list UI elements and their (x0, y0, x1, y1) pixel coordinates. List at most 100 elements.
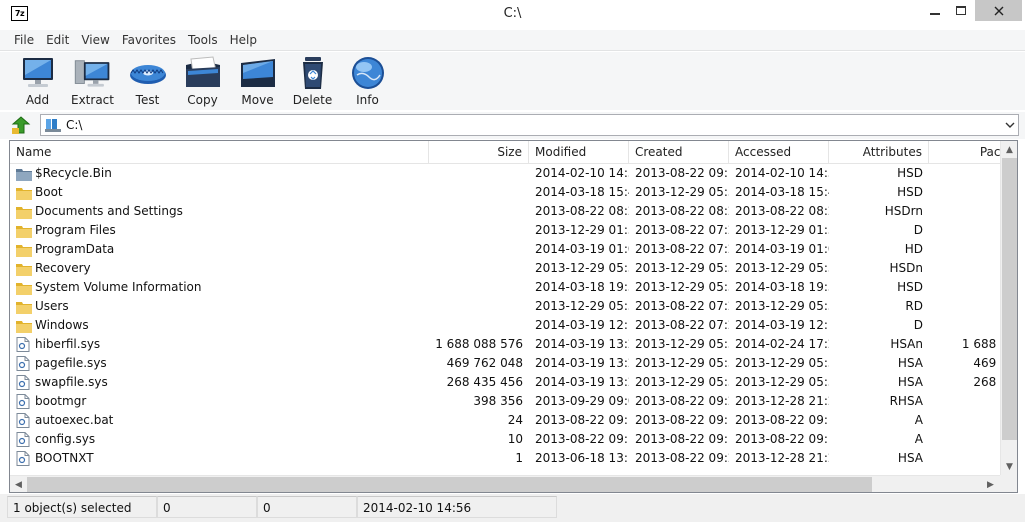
column-header-created[interactable]: Created (629, 141, 729, 164)
file-row[interactable]: Windows 2014-03-19 12:15 2013-08-22 07:21 2… (10, 316, 1017, 335)
info-button[interactable]: Info (340, 52, 395, 110)
file-attributes: HSD (897, 280, 923, 294)
menu-tools[interactable]: Tools (182, 30, 224, 50)
address-input[interactable]: C:\ (40, 114, 1019, 136)
file-name: Users (35, 299, 69, 313)
file-row[interactable]: bootmgr 398 356 2013-09-29 09:04 2013-08-22… (10, 392, 1017, 411)
menu-view[interactable]: View (75, 30, 115, 50)
file-row[interactable]: config.sys 10 2013-08-22 09:16 2013-08-22 0… (10, 430, 1017, 449)
file-icon (16, 394, 32, 409)
file-name-cell: Documents and Settings (10, 202, 429, 221)
file-created: 2013-12-29 05:36 (635, 280, 729, 294)
file-attributes: RHSA (889, 394, 923, 408)
file-created: 2013-12-29 05:36 (635, 375, 729, 389)
file-row[interactable]: ProgramData 2014-03-19 01:01 2013-08-22 07… (10, 240, 1017, 259)
file-name: autoexec.bat (35, 413, 114, 427)
file-name: pagefile.sys (35, 356, 107, 370)
file-created: 2013-08-22 07:21 (635, 242, 729, 256)
scroll-left-arrow-icon[interactable]: ◀ (10, 476, 27, 492)
folder-icon (16, 261, 32, 276)
file-name-cell: hiberfil.sys (10, 335, 429, 354)
menu-file[interactable]: File (8, 30, 40, 50)
menu-edit[interactable]: Edit (40, 30, 75, 50)
file-created: 2013-12-29 05:38 (635, 337, 729, 351)
file-row[interactable]: autoexec.bat 24 2013-08-22 09:16 2013-08-22… (10, 411, 1017, 430)
chevron-down-icon[interactable] (1005, 119, 1015, 131)
file-row[interactable]: pagefile.sys 469 762 048 2014-03-19 13:22 2… (10, 354, 1017, 373)
minimize-icon (930, 12, 940, 15)
scrollbar-corner (1000, 475, 1017, 492)
copy-button[interactable]: Copy (175, 52, 230, 110)
file-row[interactable]: Users 2013-12-29 05:50 2013-08-22 07:21 201… (10, 297, 1017, 316)
column-header-attributes[interactable]: Attributes (829, 141, 929, 164)
column-header-accessed[interactable]: Accessed (729, 141, 829, 164)
file-size (429, 297, 529, 316)
scroll-up-arrow-icon[interactable]: ▲ (1001, 141, 1017, 158)
up-folder-button[interactable] (11, 116, 31, 135)
app-7zip-icon[interactable]: 7z (11, 6, 28, 21)
file-created: 2013-12-29 05:36 (635, 356, 729, 370)
file-size (429, 202, 529, 221)
maximize-icon (956, 6, 966, 15)
file-row[interactable]: BOOTNXT 1 2013-06-18 13:18 2013-08-22 09:22… (10, 449, 1017, 468)
file-accessed: 2013-08-22 09:16 (735, 432, 829, 446)
file-name-cell: config.sys (10, 430, 429, 449)
horizontal-scroll-thumb[interactable] (27, 477, 872, 492)
vertical-scroll-thumb[interactable] (1002, 158, 1017, 440)
file-size (429, 183, 529, 202)
file-name-cell: Recovery (10, 259, 429, 278)
scroll-right-arrow-icon[interactable]: ▶ (982, 476, 999, 492)
vertical-scrollbar[interactable]: ▲ ▼ (1000, 141, 1017, 475)
file-modified: 2013-12-29 01:55 (535, 223, 629, 237)
file-icon (16, 432, 32, 447)
file-accessed: 2013-12-28 21:21 (735, 451, 829, 465)
file-row[interactable]: Recovery 2013-12-29 05:38 2013-12-29 05:38… (10, 259, 1017, 278)
file-name: config.sys (35, 432, 96, 446)
file-name-cell: System Volume Information (10, 278, 429, 297)
file-icon (16, 413, 32, 428)
close-button[interactable] (975, 0, 1022, 21)
add-button[interactable]: Add (10, 52, 65, 110)
column-header-modified[interactable]: Modified (529, 141, 629, 164)
list-header: Name Size Modified Created Accessed Attr… (10, 141, 1017, 164)
file-modified: 2014-02-10 14:56 (535, 166, 629, 180)
file-size (429, 164, 529, 183)
file-modified: 2013-12-29 05:38 (535, 261, 629, 275)
folder-icon (16, 280, 32, 295)
move-button[interactable]: Move (230, 52, 285, 110)
file-modified: 2014-03-19 01:01 (535, 242, 629, 256)
scroll-down-arrow-icon[interactable]: ▼ (1001, 458, 1017, 475)
file-row[interactable]: hiberfil.sys 1 688 088 576 2014-03-19 13: 2… (10, 335, 1017, 354)
file-attributes: D (913, 223, 923, 237)
menu-favorites[interactable]: Favorites (116, 30, 182, 50)
delete-icon (293, 54, 333, 92)
file-attributes: HSA (897, 375, 923, 389)
file-name: BOOTNXT (35, 451, 94, 465)
file-name: Recovery (35, 261, 91, 275)
file-attributes: A (914, 413, 923, 427)
menu-help[interactable]: Help (224, 30, 263, 50)
file-row[interactable]: Boot 2014-03-18 15:45 2013-12-29 05:35 2014… (10, 183, 1017, 202)
horizontal-scrollbar[interactable]: ◀ ▶ (10, 475, 1000, 492)
file-name: bootmgr (35, 394, 87, 408)
file-size (429, 278, 529, 297)
column-header-name[interactable]: Name (10, 141, 429, 164)
file-accessed: 2013-12-28 21:21 (735, 394, 829, 408)
file-row[interactable]: Program Files 2013-12-29 01:55 2013-08-22 … (10, 221, 1017, 240)
minimize-button[interactable] (922, 0, 948, 21)
file-row[interactable]: $Recycle.Bin 2014-02-10 14:56 2013-08-22 0… (10, 164, 1017, 183)
file-list[interactable]: Name Size Modified Created Accessed Attr… (9, 140, 1018, 493)
file-modified: 2013-12-29 05:50 (535, 299, 629, 313)
status-selected: 1 object(s) selected (7, 496, 157, 518)
folder-icon (16, 166, 32, 181)
file-row[interactable]: System Volume Information 2014-03-18 19:3… (10, 278, 1017, 297)
toolbar: Add Extract Test Copy Move Delete Info (0, 52, 1025, 110)
file-row[interactable]: swapfile.sys 268 435 456 2014-03-19 13:22 2… (10, 373, 1017, 392)
maximize-button[interactable] (948, 0, 974, 21)
file-created: 2013-08-22 09:17 (635, 413, 729, 427)
test-button[interactable]: Test (120, 52, 175, 110)
extract-button[interactable]: Extract (65, 52, 120, 110)
file-row[interactable]: Documents and Settings 2013-08-22 08:23 20… (10, 202, 1017, 221)
column-header-size[interactable]: Size (429, 141, 529, 164)
delete-button[interactable]: Delete (285, 52, 340, 110)
